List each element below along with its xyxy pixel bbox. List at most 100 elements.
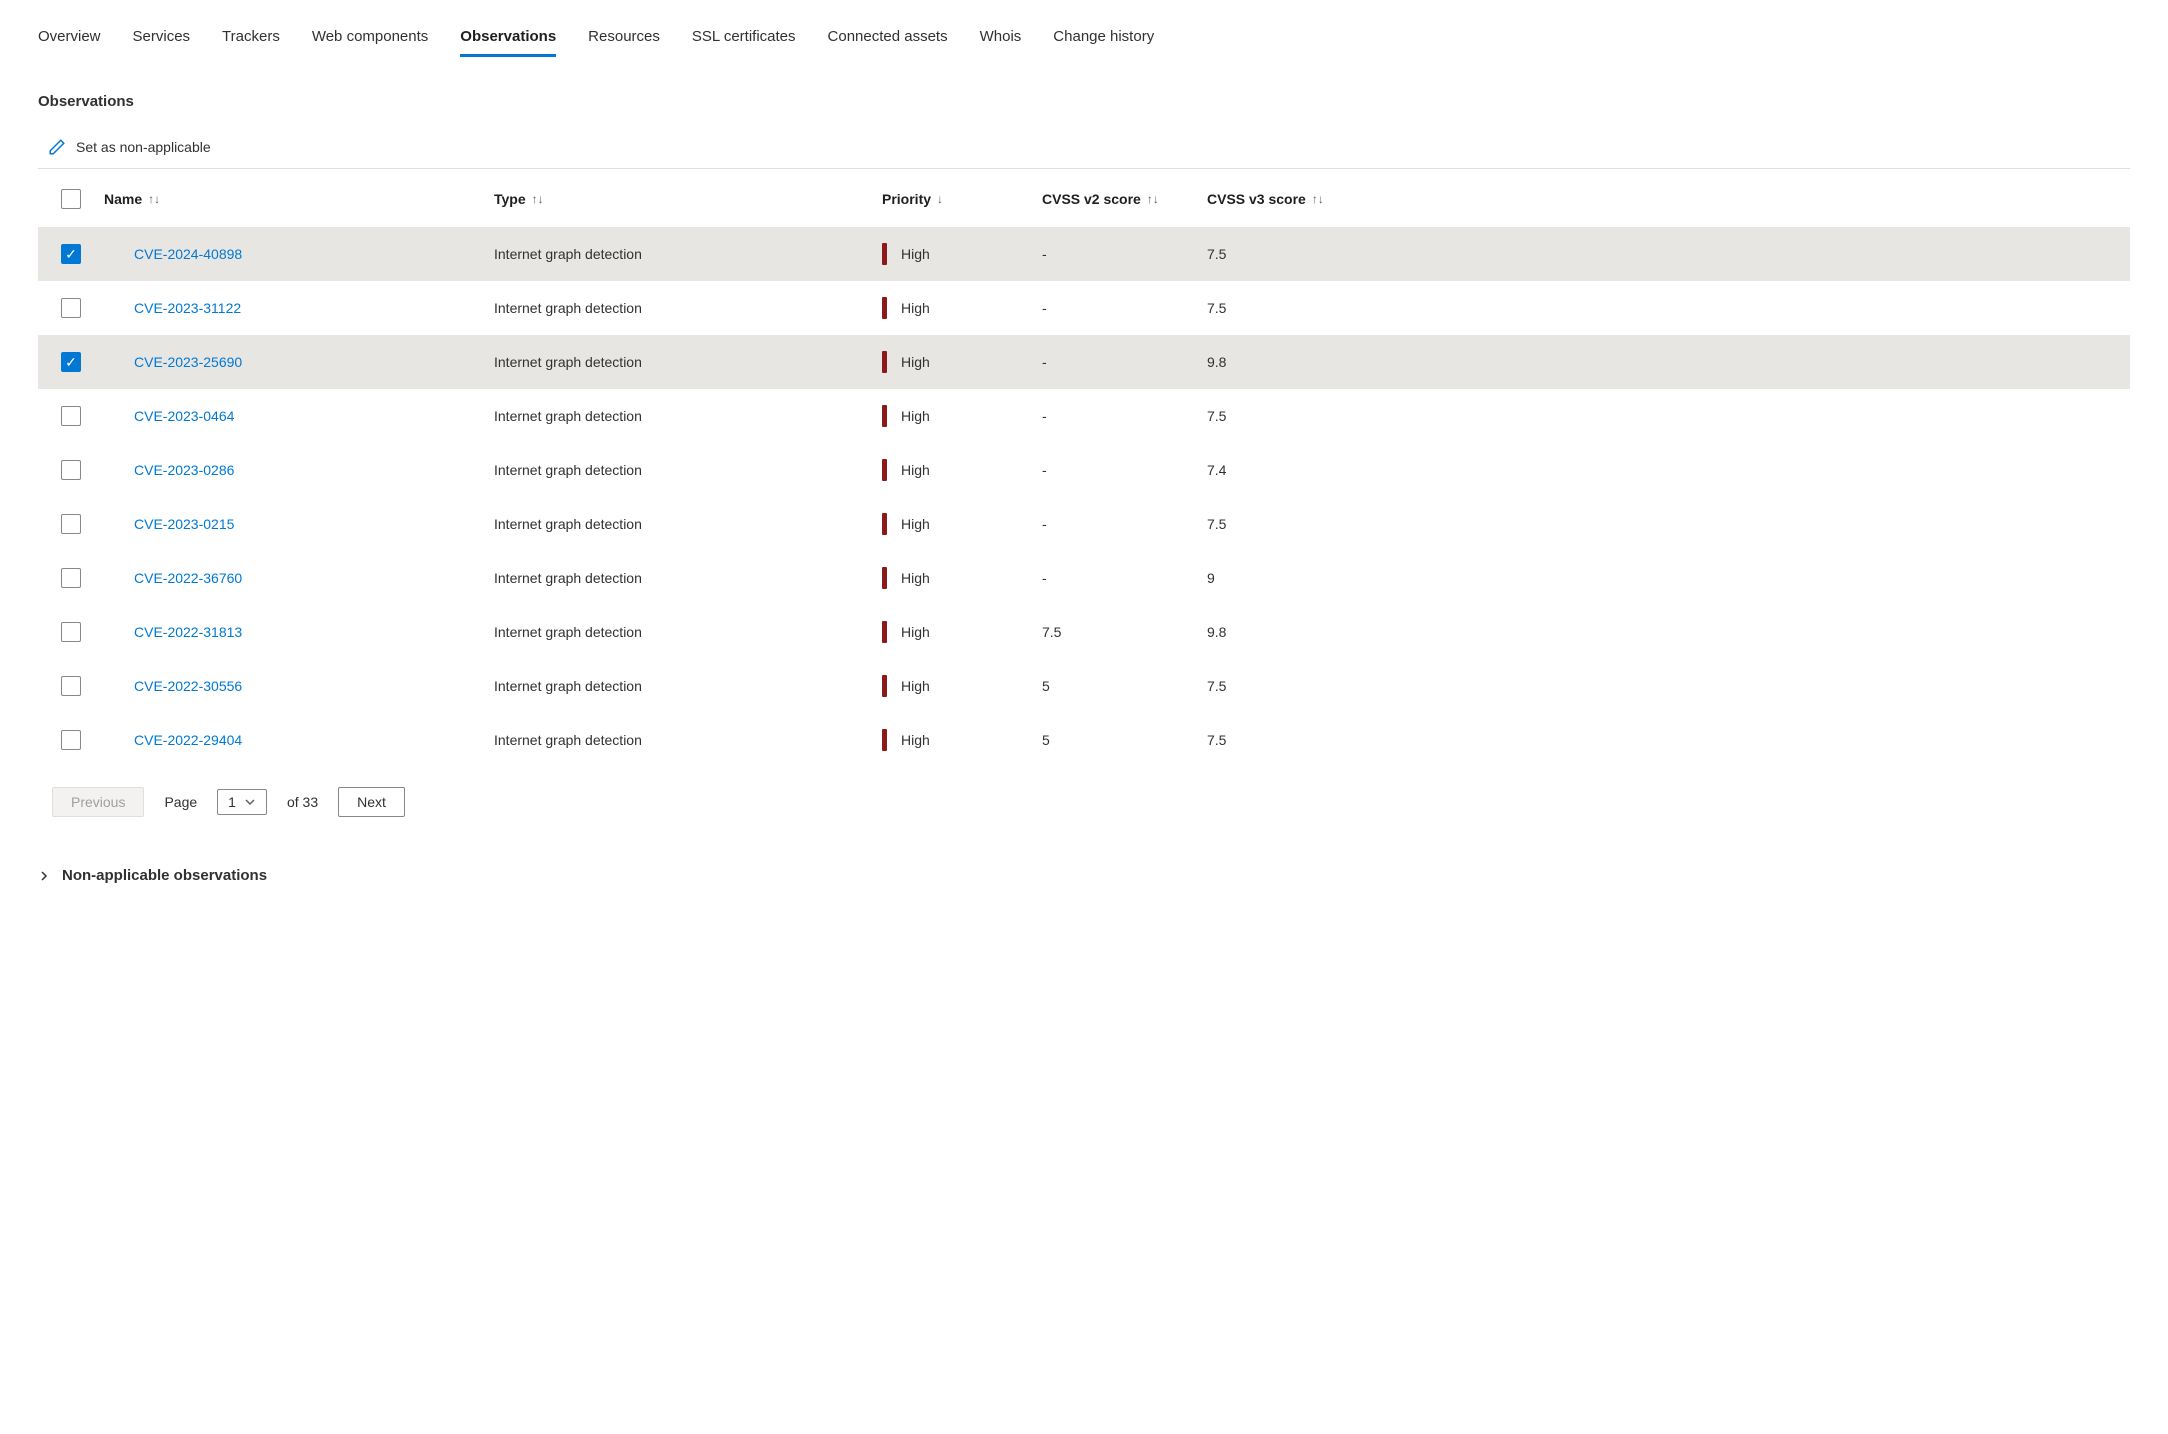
table-row: CVE-2023-0464Internet graph detectionHig… <box>38 389 2130 443</box>
col-cvss2[interactable]: CVSS v2 score ↑↓ <box>1042 191 1207 207</box>
tab-web-components[interactable]: Web components <box>312 20 428 53</box>
page-word: Page <box>164 794 197 810</box>
tab-resources[interactable]: Resources <box>588 20 660 53</box>
priority-indicator <box>882 513 887 535</box>
cvss3-cell: 7.5 <box>1207 408 1367 424</box>
tab-observations[interactable]: Observations <box>460 20 556 53</box>
chevron-right-icon <box>38 870 50 882</box>
priority-cell: High <box>882 405 1042 427</box>
cvss2-cell: - <box>1042 462 1207 478</box>
select-all-checkbox[interactable] <box>61 189 81 209</box>
cve-link[interactable]: CVE-2023-0215 <box>104 516 494 532</box>
row-checkbox[interactable] <box>61 460 81 480</box>
priority-label: High <box>901 570 930 586</box>
cve-link[interactable]: CVE-2023-0464 <box>104 408 494 424</box>
type-cell: Internet graph detection <box>494 570 882 586</box>
table-row: CVE-2022-36760Internet graph detection Hi… <box>38 551 2130 605</box>
priority-cell: High <box>882 675 1042 697</box>
cve-link[interactable]: CVE-2022-29404 <box>104 732 494 748</box>
cve-link[interactable]: CVE-2023-0286 <box>104 462 494 478</box>
table-row: CVE-2023-25690Internet graph detectionHi… <box>38 335 2130 389</box>
cvss2-cell: - <box>1042 408 1207 424</box>
tabs-nav: Overview Services Trackers Web components Ob… <box>38 20 2130 53</box>
cvss2-cell: 5 <box>1042 732 1207 748</box>
set-non-applicable-action[interactable]: Set as non-applicable <box>76 139 211 155</box>
priority-cell: High <box>882 459 1042 481</box>
section-title: Observations <box>38 93 2130 110</box>
row-checkbox[interactable] <box>61 676 81 696</box>
tab-change-history[interactable]: Change history <box>1053 20 1154 53</box>
cvss3-cell: 9.8 <box>1207 354 1367 370</box>
priority-label: High <box>901 462 930 478</box>
sort-icon: ↑↓ <box>1312 192 1324 206</box>
col-priority[interactable]: Priority ↓ <box>882 191 1042 207</box>
page-select[interactable]: 1 <box>217 789 267 815</box>
non-applicable-section-toggle[interactable]: Non-applicable observations <box>38 867 2130 884</box>
cvss3-cell: 7.5 <box>1207 732 1367 748</box>
non-applicable-label: Non-applicable observations <box>62 867 267 884</box>
table-row: CVE-2022-29404Internet graph detectionHi… <box>38 713 2130 767</box>
col-type-label: Type <box>494 191 526 207</box>
cvss2-cell: - <box>1042 354 1207 370</box>
row-checkbox[interactable] <box>61 568 81 588</box>
priority-cell: High <box>882 351 1042 373</box>
row-checkbox[interactable] <box>61 406 81 426</box>
priority-label: High <box>901 300 930 316</box>
pagination: Previous Page 1 of 33 Next <box>38 787 2130 817</box>
col-cvss3-label: CVSS v3 score <box>1207 191 1306 207</box>
row-checkbox[interactable] <box>61 730 81 750</box>
table-row: CVE-2022-30556Internet graph detectionHi… <box>38 659 2130 713</box>
type-cell: Internet graph detection <box>494 408 882 424</box>
priority-cell: High <box>882 729 1042 751</box>
cvss3-cell: 9.8 <box>1207 624 1367 640</box>
cvss2-cell: - <box>1042 570 1207 586</box>
cve-link[interactable]: CVE-2024-40898 <box>104 246 494 262</box>
tab-connected-assets[interactable]: Connected assets <box>828 20 948 53</box>
type-cell: Internet graph detection <box>494 462 882 478</box>
cvss2-cell: - <box>1042 246 1207 262</box>
cve-link[interactable]: CVE-2022-30556 <box>104 678 494 694</box>
row-checkbox[interactable] <box>61 352 81 372</box>
cvss3-cell: 7.5 <box>1207 678 1367 694</box>
tab-ssl-certificates[interactable]: SSL certificates <box>692 20 796 53</box>
next-button[interactable]: Next <box>338 787 405 817</box>
tab-overview[interactable]: Overview <box>38 20 101 53</box>
priority-cell: High <box>882 567 1042 589</box>
cvss2-cell: - <box>1042 516 1207 532</box>
row-checkbox[interactable] <box>61 514 81 534</box>
cve-link[interactable]: CVE-2023-31122 <box>104 300 494 316</box>
type-cell: Internet graph detection <box>494 246 882 262</box>
priority-label: High <box>901 732 930 748</box>
col-type[interactable]: Type ↑↓ <box>494 191 882 207</box>
table-row: CVE-2023-0286Internet graph detection Hig… <box>38 443 2130 497</box>
type-cell: Internet graph detection <box>494 354 882 370</box>
cve-link[interactable]: CVE-2022-36760 <box>104 570 494 586</box>
priority-label: High <box>901 516 930 532</box>
priority-cell: High <box>882 513 1042 535</box>
row-checkbox[interactable] <box>61 622 81 642</box>
table-row: CVE-2023-0215Internet graph detection Hig… <box>38 497 2130 551</box>
tab-services[interactable]: Services <box>133 20 191 53</box>
table-row: CVE-2022-31813Internet graph detectionHi… <box>38 605 2130 659</box>
sort-icon: ↑↓ <box>1147 192 1159 206</box>
type-cell: Internet graph detection <box>494 516 882 532</box>
type-cell: Internet graph detection <box>494 624 882 640</box>
tab-whois[interactable]: Whois <box>980 20 1022 53</box>
tab-trackers[interactable]: Trackers <box>222 20 280 53</box>
row-checkbox[interactable] <box>61 244 81 264</box>
priority-cell: High <box>882 297 1042 319</box>
priority-indicator <box>882 351 887 373</box>
row-checkbox[interactable] <box>61 298 81 318</box>
action-bar: Set as non-applicable <box>38 130 2130 169</box>
priority-label: High <box>901 678 930 694</box>
cve-link[interactable]: CVE-2022-31813 <box>104 624 494 640</box>
priority-indicator <box>882 675 887 697</box>
cvss3-cell: 7.5 <box>1207 300 1367 316</box>
col-name[interactable]: Name ↑↓ <box>104 191 494 207</box>
previous-button[interactable]: Previous <box>52 787 144 817</box>
observations-table: Name ↑↓ Type ↑↓ Priority ↓ CVSS v2 score… <box>38 169 2130 767</box>
col-cvss3[interactable]: CVSS v3 score ↑↓ <box>1207 191 1367 207</box>
cve-link[interactable]: CVE-2023-25690 <box>104 354 494 370</box>
priority-indicator <box>882 405 887 427</box>
table-header: Name ↑↓ Type ↑↓ Priority ↓ CVSS v2 score… <box>38 169 2130 227</box>
